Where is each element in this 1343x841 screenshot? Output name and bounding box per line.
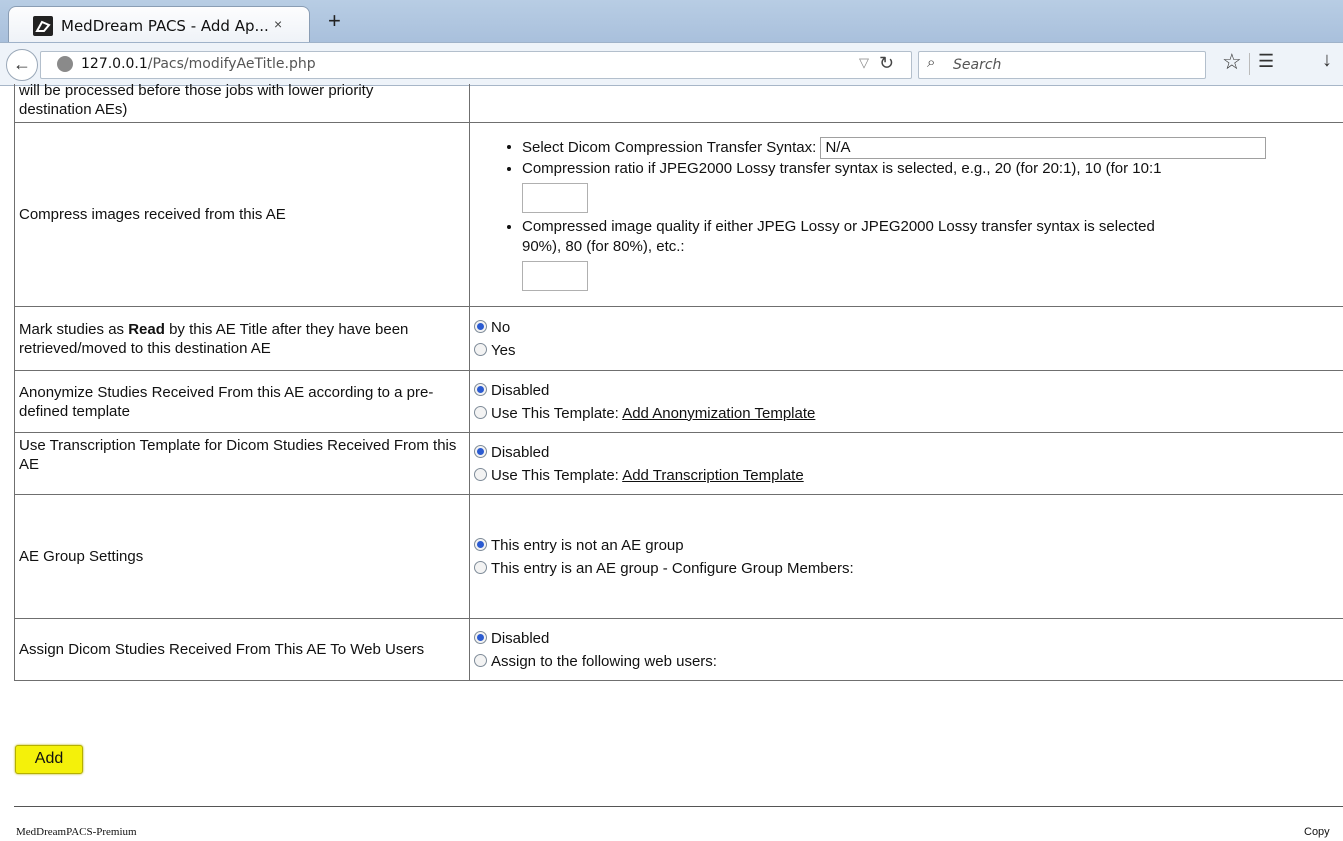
not-group-label: This entry is not an AE group — [491, 536, 684, 554]
list-item: Compressed image quality if either JPEG … — [522, 217, 1343, 291]
anonymize-disabled-label: Disabled — [491, 381, 550, 399]
list-item: Compression ratio if JPEG2000 Lossy tran… — [522, 159, 1343, 213]
download-icon[interactable]: ↓ — [1322, 49, 1332, 72]
image-quality-input[interactable] — [522, 260, 588, 291]
list-item: Select Dicom Compression Transfer Syntax… — [522, 136, 1343, 159]
is-group-radio[interactable] — [474, 560, 487, 574]
browser-tab[interactable]: MedDream PACS - Add Ap... × — [8, 6, 310, 43]
add-anonymization-template-link[interactable]: Add Anonymization Template — [622, 405, 815, 422]
mark-read-text-bold: Read — [128, 320, 165, 338]
anonymize-disabled-radio[interactable] — [474, 382, 487, 396]
add-transcription-template-link[interactable]: Add Transcription Template — [622, 467, 804, 484]
page-content: will be processed before those jobs with… — [0, 84, 1343, 841]
back-arrow-icon[interactable]: ← — [6, 49, 38, 81]
quality-label-line1: Compressed image quality if either JPEG … — [522, 217, 1155, 235]
table-row: AE Group Settings This entry is not an A… — [14, 494, 1343, 619]
url-text: 127.0.0.1/Pacs/modifyAeTitle.php — [81, 56, 316, 72]
tab-title: MedDream PACS - Add Ap... — [61, 17, 269, 35]
priority-value — [469, 84, 1343, 123]
table-row: Mark studies as Read by this AE Title af… — [14, 306, 1343, 371]
toolbar-divider — [1249, 53, 1250, 75]
assign-disabled-label: Disabled — [491, 629, 550, 647]
transcription-label: Use Transcription Template for Dicom Stu… — [14, 432, 470, 495]
priority-label-line2: destination AEs) — [19, 101, 128, 118]
table-row: Assign Dicom Studies Received From This … — [14, 618, 1343, 681]
search-bar[interactable]: ⌕ Search — [918, 51, 1206, 79]
ae-group-value: This entry is not an AE group This entry… — [469, 494, 1343, 619]
transcription-template-radio[interactable] — [474, 467, 487, 481]
url-bar[interactable]: 127.0.0.1/Pacs/modifyAeTitle.php ▽ ↻ — [40, 51, 912, 79]
transcription-disabled-radio[interactable] — [474, 444, 487, 458]
meddream-favicon-icon — [33, 16, 53, 36]
mark-read-no-label: No — [491, 318, 511, 336]
transcription-template-label: Use This Template: — [491, 466, 623, 484]
table-row: Anonymize Studies Received From this AE … — [14, 370, 1343, 433]
mark-read-label: Mark studies as Read by this AE Title af… — [14, 306, 470, 371]
transcription-disabled-label: Disabled — [491, 443, 550, 461]
is-group-label: This entry is an AE group - Configure Gr… — [491, 559, 854, 577]
globe-icon — [57, 56, 73, 72]
browser-tab-bar: MedDream PACS - Add Ap... × + — [0, 0, 1343, 43]
table-row: Use Transcription Template for Dicom Stu… — [14, 432, 1343, 495]
assign-users-value: Disabled Assign to the following web use… — [469, 618, 1343, 681]
assign-disabled-radio[interactable] — [474, 630, 487, 644]
not-group-radio[interactable] — [474, 537, 487, 551]
footer-divider — [14, 806, 1343, 807]
ratio-label: Compression ratio if JPEG2000 Lossy tran… — [522, 159, 1162, 177]
footer-product-name: MedDreamPACS-Premium — [16, 826, 137, 838]
assign-users-radio[interactable] — [474, 653, 487, 667]
table-row: will be processed before those jobs with… — [14, 84, 1343, 123]
priority-label-line1: will be processed before those jobs with… — [19, 84, 374, 99]
mark-read-yes-radio[interactable] — [474, 342, 487, 356]
assign-users-label: Assign Dicom Studies Received From This … — [14, 618, 470, 681]
table-row: Compress images received from this AE Se… — [14, 122, 1343, 307]
url-path: /Pacs/modifyAeTitle.php — [147, 56, 316, 72]
ae-settings-table: will be processed before those jobs with… — [14, 84, 1343, 681]
search-icon: ⌕ — [927, 54, 936, 71]
new-tab-button[interactable]: + — [328, 10, 341, 32]
reading-list-icon[interactable]: ☰ — [1258, 51, 1274, 72]
url-host: 127.0.0.1 — [81, 56, 148, 72]
anonymize-label: Anonymize Studies Received From this AE … — [14, 370, 470, 433]
transcription-value: Disabled Use This Template: Add Transcri… — [469, 432, 1343, 495]
mark-read-text-pre: Mark studies as — [19, 320, 129, 338]
priority-label: will be processed before those jobs with… — [14, 84, 470, 123]
mark-read-no-radio[interactable] — [474, 319, 487, 333]
compress-value: Select Dicom Compression Transfer Syntax… — [469, 122, 1343, 307]
reload-icon[interactable]: ↻ — [879, 53, 894, 74]
mark-read-yes-label: Yes — [491, 341, 516, 359]
assign-users-option-label: Assign to the following web users: — [491, 652, 717, 670]
anonymize-template-radio[interactable] — [474, 405, 487, 419]
footer-copyright: Copy — [1304, 826, 1330, 838]
compress-options-list: Select Dicom Compression Transfer Syntax… — [470, 136, 1343, 291]
quality-label-line2: 90%), 80 (for 80%), etc.: — [522, 237, 685, 255]
ae-group-label: AE Group Settings — [14, 494, 470, 619]
mark-read-value: No Yes — [469, 306, 1343, 371]
bookmark-star-icon[interactable]: ☆ — [1222, 49, 1242, 75]
browser-nav-bar: ← 127.0.0.1/Pacs/modifyAeTitle.php ▽ ↻ ⌕… — [0, 42, 1343, 86]
transfer-syntax-select[interactable]: N/A — [820, 136, 1267, 159]
history-dropdown-icon[interactable]: ▽ — [859, 55, 869, 71]
anonymize-template-label: Use This Template: — [491, 404, 623, 422]
close-tab-icon[interactable]: × — [274, 16, 282, 32]
add-button[interactable]: Add — [15, 745, 83, 774]
anonymize-value: Disabled Use This Template: Add Anonymiz… — [469, 370, 1343, 433]
compression-ratio-input[interactable] — [522, 182, 588, 213]
compress-label: Compress images received from this AE — [14, 122, 470, 307]
search-placeholder: Search — [953, 57, 1002, 73]
syntax-label: Select Dicom Compression Transfer Syntax… — [522, 138, 817, 156]
